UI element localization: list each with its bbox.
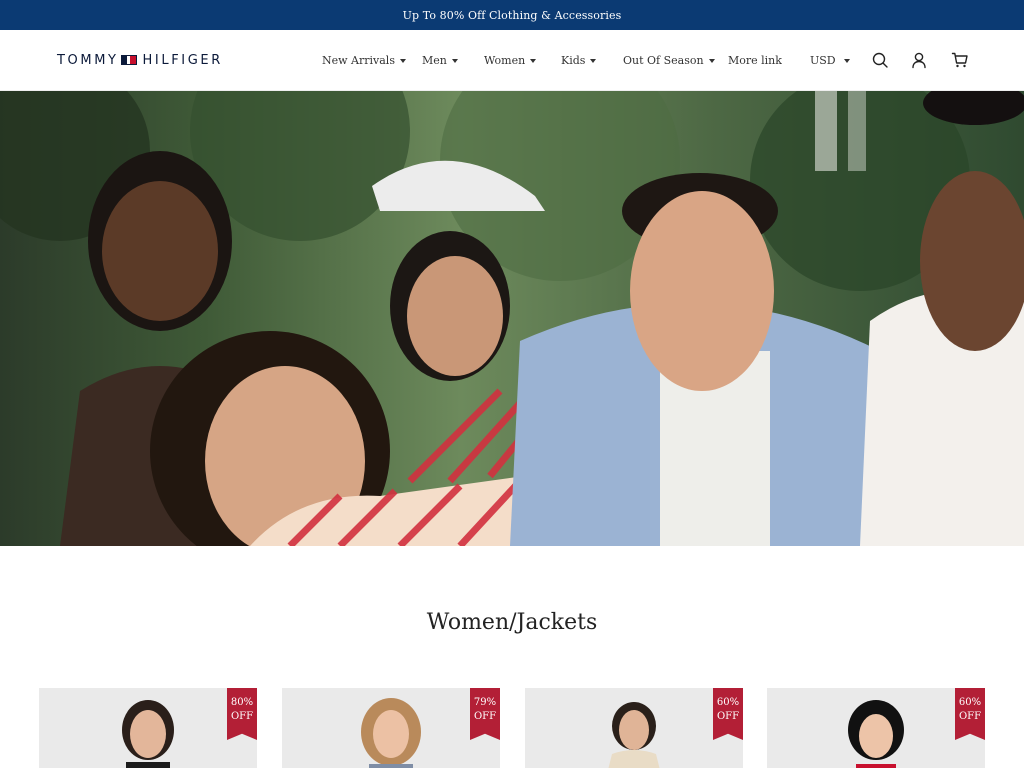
product-card[interactable]: 80% OFF xyxy=(39,688,257,768)
product-image xyxy=(361,698,421,768)
product-card[interactable]: 60% OFF xyxy=(525,688,743,768)
section-title: Women/Jackets xyxy=(426,610,598,635)
nav-item-men[interactable]: Men xyxy=(422,54,458,67)
product-card[interactable]: 60% OFF xyxy=(767,688,985,768)
discount-badge: 80% OFF xyxy=(227,688,257,740)
nav-item-women[interactable]: Women xyxy=(484,54,537,67)
brand-name-left: TOMMY xyxy=(57,52,119,68)
chevron-down-icon xyxy=(451,58,458,63)
nav-label: More link xyxy=(728,54,782,67)
promo-text[interactable]: Up To 80% Off Clothing & Accessories xyxy=(403,9,622,22)
nav-label: Out Of Season xyxy=(623,54,704,67)
hero-image[interactable] xyxy=(0,91,1024,546)
product-card[interactable]: 79% OFF xyxy=(282,688,500,768)
chevron-down-icon xyxy=(843,58,850,63)
discount-badge: 79% OFF xyxy=(470,688,500,740)
nav-label: New Arrivals xyxy=(322,54,395,67)
chevron-down-icon xyxy=(530,58,537,63)
currency-label: USD xyxy=(810,54,836,67)
search-icon[interactable] xyxy=(871,51,889,69)
site-header: TOMMY HILFIGER New Arrivals Men Women Ki… xyxy=(0,30,1024,91)
nav-label: Kids xyxy=(561,54,586,67)
flag-icon xyxy=(120,55,137,65)
brand-logo[interactable]: TOMMY HILFIGER xyxy=(57,52,223,68)
chevron-down-icon xyxy=(399,58,406,63)
chevron-down-icon xyxy=(590,58,597,63)
currency-selector[interactable]: USD xyxy=(810,54,850,67)
nav-label: Women xyxy=(484,54,526,67)
nav-item-new-arrivals[interactable]: New Arrivals xyxy=(322,54,406,67)
nav-item-out-of-season[interactable]: Out Of Season xyxy=(623,54,715,67)
hero-illustration xyxy=(0,91,1024,546)
nav-label: Men xyxy=(422,54,447,67)
cart-icon[interactable] xyxy=(951,51,969,69)
discount-badge: 60% OFF xyxy=(955,688,985,740)
product-image xyxy=(122,700,174,768)
nav-item-kids[interactable]: Kids xyxy=(561,54,597,67)
nav-item-more-link[interactable]: More link xyxy=(728,54,782,67)
product-image xyxy=(608,702,660,768)
product-image xyxy=(848,700,904,768)
promo-bar[interactable]: Up To 80% Off Clothing & Accessories xyxy=(0,0,1024,30)
discount-badge: 60% OFF xyxy=(713,688,743,740)
account-icon[interactable] xyxy=(910,51,928,69)
brand-name-right: HILFIGER xyxy=(142,52,223,68)
chevron-down-icon xyxy=(708,58,715,63)
